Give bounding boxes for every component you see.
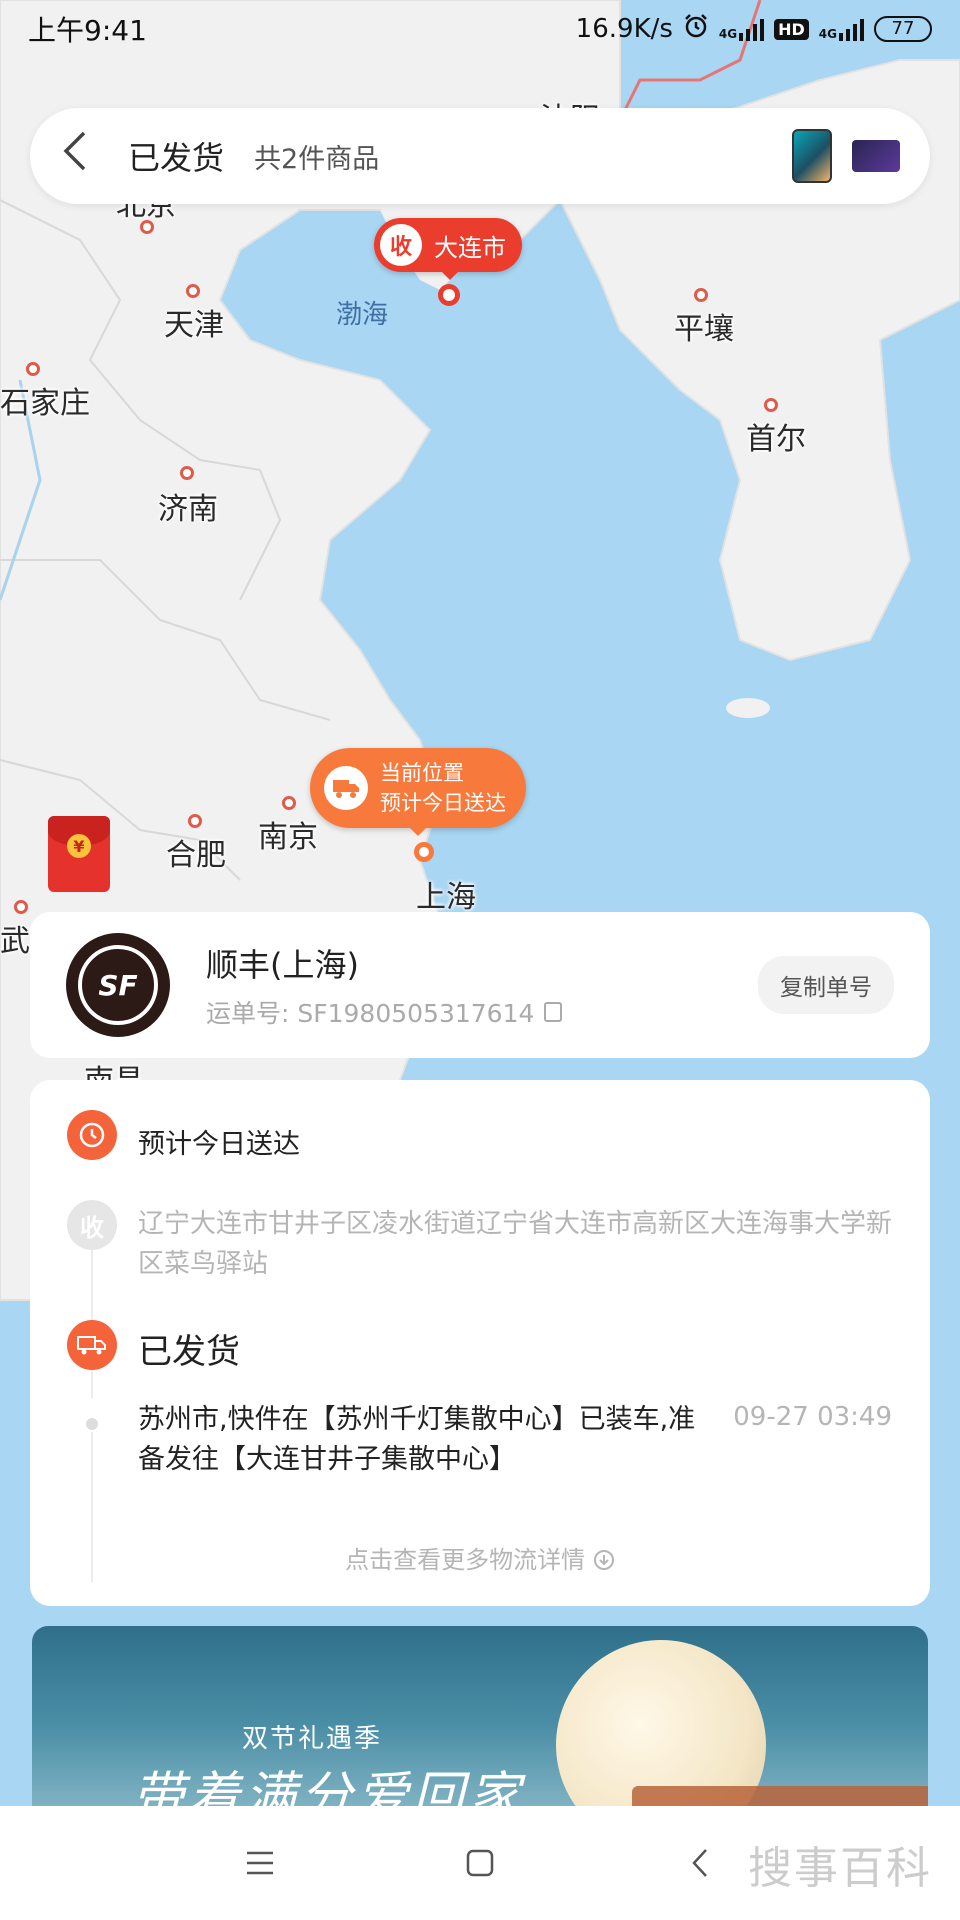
map-label-jinan: 济南 [158,492,218,527]
status-bar: 上午9:41 16.9K/s 4G HD 4G 77 [0,0,960,58]
delivery-address: 辽宁大连市甘井子区凌水街道辽宁省大连市高新区大连海事大学新区菜鸟驿站 [138,1209,893,1279]
hd-icon: HD [774,18,809,40]
city-dot-pyongyang [694,288,708,302]
signal-icon-2: 4G [819,17,864,41]
city-dot-shijiazhuang [26,362,40,376]
network-speed: 16.9K/s [575,14,673,44]
banner-subtitle: 双节礼遇季 [242,1724,383,1754]
event-time: 09-27 03:49 [733,1402,892,1432]
receive-icon: 收 [67,1200,117,1250]
order-header: 已发货 共2件商品 [30,108,930,204]
city-dot-beijing [140,220,154,234]
event-dot [86,1418,98,1430]
clock: 上午9:41 [28,14,147,47]
map-label-nanjing: 南京 [258,820,318,855]
product-thumbnail-card[interactable] [852,140,900,172]
red-packet-icon[interactable]: ¥ [48,816,110,892]
copy-icon[interactable] [544,1002,563,1022]
map-label-seoul: 首尔 [746,422,806,457]
more-logistics-label: 点击查看更多物流详情 [345,1546,586,1574]
yuan-coin-icon: ¥ [67,834,91,858]
menu-icon[interactable] [240,1843,280,1883]
city-dot-nanjing [282,796,296,810]
map-label-tianjin: 天津 [164,308,224,343]
boat-illustration [632,1786,928,1806]
map-label-shanghai: 上海 [416,880,476,915]
eta-text: 预计今日送达 [138,1129,300,1160]
map-label-hefei: 合肥 [166,838,226,873]
courier-card: SF 顺丰(上海) 运单号: SF1980505317614 复制单号 [30,912,930,1058]
current-location-dot [414,842,434,862]
copy-tracking-button[interactable]: 复制单号 [758,956,894,1014]
watermark: 搜事百科 [748,1843,932,1894]
receive-badge: 收 [380,224,422,266]
back-icon[interactable] [60,129,104,184]
page-title: 已发货 [128,139,225,177]
more-logistics-link[interactable]: 点击查看更多物流详情 [30,1540,930,1575]
city-dot-hefei [188,814,202,828]
courier-name: 顺丰(上海) [206,946,359,984]
battery-icon: 77 [874,16,932,42]
destination-dot [438,284,460,306]
tracking-number: 运单号: SF1980505317614 [206,999,535,1028]
truck-icon [67,1320,117,1370]
moon-illustration [556,1640,766,1806]
destination-pin-tail [440,270,460,280]
clock-icon [67,1110,117,1160]
home-icon[interactable] [460,1843,500,1883]
signal-icon: 4G [719,17,765,41]
map-label-shijiazhuang: 石家庄 [0,386,90,421]
destination-pin[interactable]: 收 大连市 [374,218,522,272]
city-dot-wuhan [14,900,28,914]
destination-city: 大连市 [434,233,506,262]
product-thumbnail-phone[interactable] [792,129,832,183]
map-label-pyongyang: 平壤 [674,312,734,347]
city-dot-seoul [764,398,778,412]
tracking-number-row: 运单号: SF1980505317614 [206,994,563,1030]
item-count: 共2件商品 [254,143,380,175]
current-location-pin[interactable]: 当前位置 预计今日送达 [310,748,526,828]
current-pin-tail [408,826,428,836]
promo-banner[interactable]: 双节礼遇季 带着满分爱回家 [32,1626,928,1806]
sf-express-logo: SF [66,933,170,1037]
logistics-event: 苏州市,快件在【苏州千灯集散中心】已装车,准备发往【大连甘井子集散中心】 [138,1404,696,1475]
city-dot-jinan [180,466,194,480]
eta-label: 预计今日送达 [380,791,506,815]
alarm-icon [683,13,709,46]
truck-icon [324,766,368,810]
map-label-bohai: 渤海 [336,300,389,330]
city-dot-tianjin [186,284,200,298]
shipment-status: 已发货 [138,1332,240,1372]
current-location-label: 当前位置 [380,761,464,785]
logistics-timeline-card: 预计今日送达 收 辽宁大连市甘井子区凌水街道辽宁省大连市高新区大连海事大学新区菜… [30,1080,930,1606]
back-nav-icon[interactable] [680,1843,720,1883]
chevron-down-circle-icon [593,1546,615,1574]
banner-slogan: 带着满分爱回家 [132,1767,525,1806]
